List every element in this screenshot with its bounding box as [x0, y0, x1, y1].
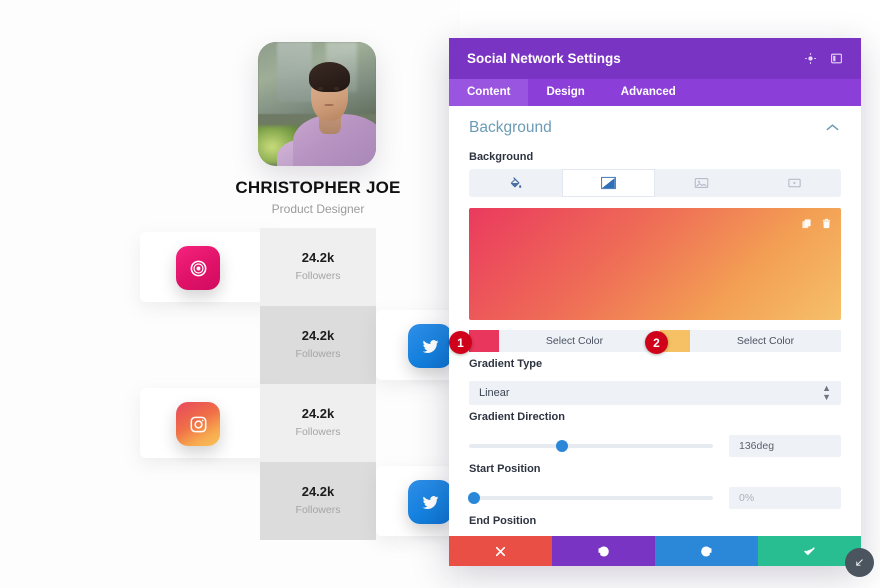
section-title: Background	[469, 119, 552, 136]
trash-icon[interactable]	[821, 216, 832, 234]
profile-name: CHRISTOPHER JOE	[235, 178, 401, 197]
start-position-slider[interactable]	[468, 492, 713, 504]
dribbble-icon[interactable]	[176, 246, 220, 290]
background-type-tabs	[469, 169, 841, 197]
end-position-label: End Position	[469, 515, 537, 527]
avatar-photo	[258, 42, 376, 166]
row-card-middle	[260, 384, 376, 462]
resize-diagonal-icon[interactable]	[845, 548, 874, 577]
slider-knob[interactable]	[468, 492, 480, 504]
panel-title: Social Network Settings	[467, 51, 621, 66]
instagram-icon[interactable]	[176, 402, 220, 446]
screen-root: CHRISTOPHER JOE Product Designer 24.2k F…	[0, 0, 880, 588]
gradient-type-value: Linear	[479, 387, 510, 399]
panel-body: Background Background Select Color Selec…	[449, 106, 861, 536]
start-position-row: 0%	[468, 487, 841, 509]
row-card-middle	[260, 228, 376, 306]
gradient-direction-value[interactable]: 136deg	[729, 435, 841, 457]
paint-bucket-icon[interactable]	[469, 169, 562, 197]
select-color-button-1[interactable]: Select Color	[499, 330, 650, 352]
social-row-twitter-2[interactable]: 24.2k Followers	[0, 462, 496, 540]
select-color-button-2[interactable]: Select Color	[690, 330, 841, 352]
copy-icon[interactable]	[801, 216, 812, 234]
social-row-twitter-1[interactable]: 24.2k Followers	[0, 306, 496, 384]
gradient-type-select[interactable]: Linear ▲ ▼	[469, 381, 841, 405]
chevron-up-icon[interactable]	[826, 119, 839, 137]
gradient-direction-row: 136deg	[469, 435, 841, 457]
gradient-stop-2[interactable]: Select Color	[660, 330, 841, 352]
color-swatch-1[interactable]	[469, 330, 499, 352]
gradient-preview-tools	[801, 216, 832, 234]
tab-content[interactable]: Content	[449, 79, 529, 106]
twitter-icon[interactable]	[408, 480, 452, 524]
gradient-type-label: Gradient Type	[469, 358, 543, 370]
panel-header: Social Network Settings	[449, 38, 861, 79]
row-card-middle	[260, 462, 376, 540]
follower-count: 24.2k	[301, 328, 335, 343]
panel-footer	[449, 536, 861, 566]
video-icon[interactable]	[748, 169, 841, 197]
callout-badge-1: 1	[449, 331, 472, 354]
gradient-direction-label: Gradient Direction	[469, 411, 565, 423]
chevron-updown-icon: ▲ ▼	[822, 383, 831, 402]
follower-label: Followers	[295, 504, 341, 516]
section-background-header[interactable]: Background	[449, 106, 861, 145]
follower-label: Followers	[295, 348, 341, 360]
follower-count: 24.2k	[301, 406, 335, 421]
slider-knob[interactable]	[555, 440, 568, 452]
profile-role: Product Designer	[271, 202, 365, 216]
twitter-icon[interactable]	[408, 324, 452, 368]
callout-badge-2: 2	[645, 331, 668, 354]
follower-count: 24.2k	[301, 250, 335, 265]
social-row-instagram[interactable]: 24.2k Followers	[0, 384, 460, 462]
panel-tabs: Content Design Advanced	[449, 79, 861, 106]
gradient-stop-1[interactable]: Select Color	[469, 330, 650, 352]
social-row-dribbble[interactable]: 24.2k Followers	[0, 228, 460, 306]
start-position-value[interactable]: 0%	[729, 487, 841, 509]
redo-button[interactable]	[655, 536, 758, 566]
social-rows-list: 24.2k Followers 24.2k Followers 24.2k Fo…	[0, 228, 496, 540]
target-icon[interactable]	[799, 48, 821, 70]
follower-label: Followers	[295, 270, 341, 282]
gradient-direction-slider[interactable]	[469, 440, 713, 452]
profile-preview: CHRISTOPHER JOE Product Designer 24.2k F…	[0, 0, 496, 588]
gradient-icon[interactable]	[562, 169, 655, 197]
tab-advanced[interactable]: Advanced	[603, 79, 694, 106]
background-field-label: Background	[469, 151, 534, 163]
start-position-label: Start Position	[469, 463, 541, 475]
row-card-middle	[260, 306, 376, 384]
settings-panel: Social Network Settings Content Design A…	[449, 38, 861, 566]
close-button[interactable]	[449, 536, 552, 566]
tab-design[interactable]: Design	[528, 79, 602, 106]
gradient-preview[interactable]	[469, 208, 841, 320]
undo-button[interactable]	[552, 536, 655, 566]
follower-label: Followers	[295, 426, 341, 438]
follower-count: 24.2k	[301, 484, 335, 499]
panel-layout-icon[interactable]	[825, 48, 847, 70]
avatar	[258, 42, 376, 166]
image-icon[interactable]	[655, 169, 748, 197]
